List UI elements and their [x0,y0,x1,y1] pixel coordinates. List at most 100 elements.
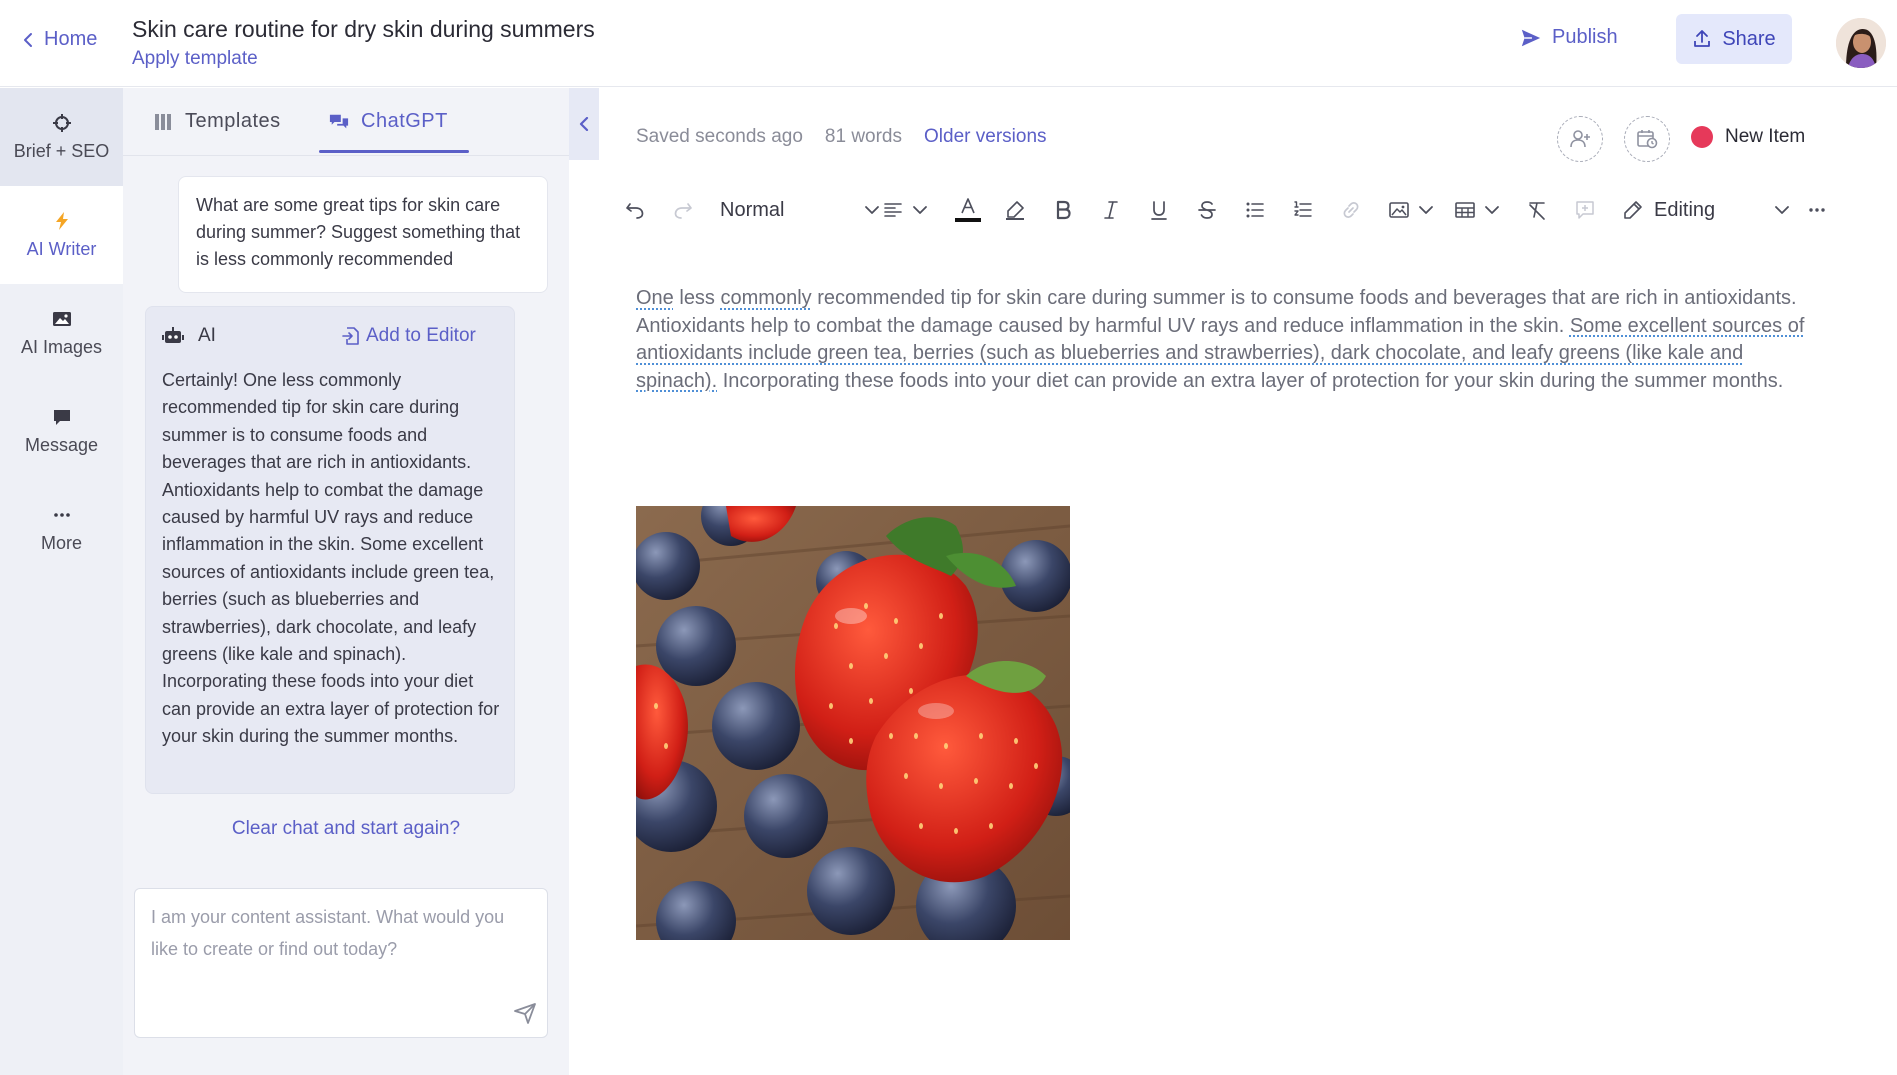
ai-label: AI [198,325,216,346]
chat-input-box [134,888,548,1038]
tab-templates[interactable]: Templates [153,110,281,133]
send-message-icon[interactable] [513,1001,537,1025]
chevron-down-icon [913,206,927,214]
berries-illustration [636,506,1070,940]
tab-label: Templates [185,110,281,132]
publish-label: Publish [1552,26,1618,48]
chat-input[interactable] [135,889,547,1037]
bullet-list-icon [1246,202,1264,218]
bolt-icon [55,211,68,230]
more-horizontal-icon [1809,208,1825,212]
highlighter-icon [1006,201,1024,220]
document-title[interactable]: Skin care routine for dry skin during su… [132,16,595,43]
redo-button[interactable] [672,196,694,224]
link-button[interactable] [1340,196,1362,224]
item-status[interactable]: New Item [1691,126,1805,148]
rail-item-ai-images[interactable]: AI Images [0,284,123,382]
text-color-button[interactable] [954,196,982,224]
chat-bubbles-icon [329,114,349,128]
undo-button[interactable] [624,196,646,224]
paragraph-style-select[interactable]: Normal [720,196,880,224]
editor-image-berries[interactable] [636,506,1070,940]
numbered-list-button[interactable] [1292,196,1314,224]
ai-message-header: AI [162,325,216,347]
rail-item-more[interactable]: More [0,480,123,578]
word-count: 81 words [824,126,903,147]
bullet-list-button[interactable] [1244,196,1266,224]
add-to-editor-button[interactable]: Add to Editor [342,325,476,347]
editing-mode-select[interactable]: Editing [1622,196,1790,224]
editor-content[interactable]: One less commonly recommended tip for sk… [636,285,1811,395]
share-label: Share [1722,27,1776,50]
text-run: Incorporating these foods into your diet… [717,369,1784,392]
link-icon [1343,202,1359,218]
clear-format-icon [1529,202,1545,220]
redo-icon [674,203,692,219]
send-icon [1521,29,1541,46]
status-label: New Item [1725,126,1806,147]
left-rail: Brief + SEO AI Writer AI Images Message … [0,88,123,1075]
saved-status: Saved seconds ago [636,126,803,147]
chevron-down-icon [1419,206,1433,214]
top-bar: Home Skin care routine for dry skin duri… [0,0,1897,87]
chevron-down-icon [865,206,879,214]
home-label: Home [44,28,98,50]
home-link[interactable]: Home [20,28,97,51]
insert-table-button[interactable] [1454,196,1500,224]
highlight-button[interactable] [1004,196,1026,224]
strikethrough-icon [1198,201,1216,219]
rail-label: AI Writer [26,238,97,259]
collapse-panel-button[interactable] [569,88,599,160]
pencil-icon [1624,201,1642,219]
active-tab-indicator [319,150,469,153]
user-message: What are some great tips for skin care d… [178,176,548,293]
italic-icon [1104,201,1118,219]
bold-button[interactable] [1052,196,1074,224]
rail-label: AI Images [20,336,103,357]
table-icon [1455,202,1475,218]
clear-formatting-button[interactable] [1526,196,1548,224]
more-options-button[interactable] [1806,196,1828,224]
assign-user-button[interactable] [1557,116,1603,162]
underline-icon [1151,201,1167,220]
file-import-icon [342,327,359,345]
user-avatar[interactable] [1836,18,1886,68]
align-left-icon [884,203,902,217]
assistant-panel: Templates ChatGPT What are some great ti… [123,88,569,1075]
rail-item-ai-writer[interactable]: AI Writer [0,186,123,284]
tab-chatgpt[interactable]: ChatGPT [329,110,448,133]
underline-button[interactable] [1148,196,1170,224]
numbered-list-icon [1294,201,1312,217]
paragraph-style-value: Normal [720,198,785,221]
rail-item-message[interactable]: Message [0,382,123,480]
chevron-left-icon [579,117,589,131]
share-button[interactable]: Share [1676,14,1792,64]
ai-message: AI Add to Editor Certainly! One less com… [145,306,515,794]
strikethrough-button[interactable] [1196,196,1218,224]
calendar-clock-icon [1637,130,1658,149]
rail-label: Brief + SEO [13,140,110,161]
apply-template-link[interactable]: Apply template [132,48,258,70]
clear-chat-link[interactable]: Clear chat and start again? [123,818,569,840]
image-icon [52,311,71,326]
undo-icon [626,203,644,219]
image-icon [1389,202,1409,218]
avatar-icon [1836,18,1886,68]
text-run: less [673,287,721,309]
italic-button[interactable] [1100,196,1122,224]
message-icon [53,409,70,425]
comment-button[interactable] [1574,196,1596,224]
schedule-button[interactable] [1624,116,1670,162]
publish-button[interactable]: Publish [1520,26,1618,49]
chevron-down-icon [1485,206,1499,214]
rail-item-brief-seo[interactable]: Brief + SEO [0,88,123,186]
user-plus-icon [1570,130,1590,148]
older-versions-link[interactable]: Older versions [924,126,1047,148]
chevron-left-icon [24,32,32,47]
chevron-down-icon [1775,206,1789,214]
align-button[interactable] [882,196,928,224]
document-meta: Saved seconds ago 81 words Older version… [636,126,1047,148]
insert-image-button[interactable] [1388,196,1434,224]
spellcheck-word: One [636,287,674,309]
editing-mode-value: Editing [1654,198,1716,221]
